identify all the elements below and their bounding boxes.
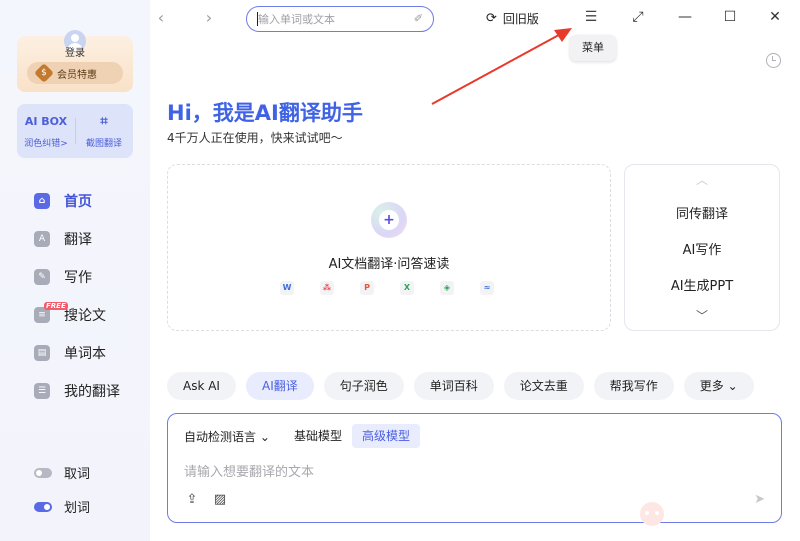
- search-box[interactable]: ✐: [246, 6, 434, 32]
- translate-input-panel: 自动检测语言 ⌄ 基础模型 高级模型 ⇪ ▨ ➤: [167, 413, 782, 523]
- history-icon[interactable]: [766, 53, 781, 68]
- simultaneous-interpret-item[interactable]: 同传翻译: [625, 203, 779, 222]
- sidebar-nav: ⌂ 首页 A 翻译 ✎ 写作 ≡ FREE 搜论文 ▤ 单词本 ☰ 我的翻译: [34, 182, 120, 410]
- document-upload-area[interactable]: + AI文档翻译·问答速读 W ⁂ P X ◈ ≈: [167, 164, 611, 331]
- translate-text-input[interactable]: [184, 462, 744, 482]
- select-translate-toggle-row[interactable]: 划词: [34, 497, 90, 516]
- sidebar: 登录 $ 会员特惠 AI BOX 润色纠错> ⌗ 截图翻译 ⌂ 首页 A 翻译 …: [0, 0, 150, 541]
- sidebar-item-search-papers[interactable]: ≡ FREE 搜论文: [34, 296, 120, 334]
- sidebar-item-label: 我的翻译: [64, 384, 120, 400]
- menu-icon[interactable]: ☰: [580, 9, 602, 29]
- vip-label: 会员特惠: [57, 69, 97, 81]
- login-label[interactable]: 登录: [17, 44, 133, 59]
- sidebar-item-label: 翻译: [64, 232, 92, 248]
- chip-ai-translate[interactable]: AI翻译: [245, 372, 314, 400]
- send-icon[interactable]: ➤: [754, 492, 765, 507]
- screenshot-translate-tool[interactable]: ⌗ 截图翻译: [75, 112, 133, 149]
- chip-more[interactable]: 更多 ⌄: [683, 372, 754, 400]
- chip-help-write[interactable]: 帮我写作: [593, 372, 674, 400]
- aibox-icon: AI BOX: [24, 115, 68, 128]
- image-file-icon: ≈: [480, 281, 494, 295]
- advanced-model-option[interactable]: 高级模型: [352, 424, 421, 448]
- chip-sentence-polish[interactable]: 句子润色: [323, 372, 404, 400]
- polish-correct-label: 润色纠错>: [24, 139, 68, 149]
- mini-window-icon[interactable]: ⤢: [627, 9, 649, 29]
- decorative-mascot-icon: [640, 502, 664, 526]
- sidebar-item-label: 写作: [64, 270, 92, 286]
- free-badge: FREE: [44, 302, 68, 310]
- greeting-subtitle: 4千万人正在使用，快来试试吧～: [167, 131, 343, 145]
- word-pick-label: 取词: [64, 467, 91, 482]
- select-translate-toggle[interactable]: [34, 501, 52, 512]
- language-select[interactable]: 自动检测语言 ⌄: [184, 428, 270, 445]
- sidebar-item-wordbook[interactable]: ▤ 单词本: [34, 334, 120, 372]
- wordbook-icon: ▤: [34, 345, 50, 361]
- tools-card: AI BOX 润色纠错> ⌗ 截图翻译: [17, 104, 133, 158]
- sidebar-item-writing[interactable]: ✎ 写作: [34, 258, 120, 296]
- sidebar-item-label: 单词本: [64, 346, 106, 362]
- home-icon: ⌂: [34, 193, 50, 209]
- word-pick-toggle-row[interactable]: 取词: [34, 463, 90, 482]
- select-translate-label: 划词: [64, 501, 91, 516]
- image-upload-icon[interactable]: ▨: [212, 492, 228, 508]
- word-file-icon: W: [280, 281, 294, 295]
- pen-icon: ✎: [34, 269, 50, 285]
- back-arrow-icon[interactable]: ‹: [152, 9, 170, 27]
- sidebar-item-label: 搜论文: [64, 308, 106, 324]
- add-document-icon[interactable]: +: [371, 202, 407, 238]
- chevron-up-icon[interactable]: ︿: [625, 171, 779, 188]
- basic-model-option[interactable]: 基础模型: [284, 424, 352, 448]
- pdf-file-icon: ⁂: [320, 281, 334, 295]
- vip-badge-icon: $: [34, 63, 54, 83]
- sidebar-item-label: 首页: [64, 194, 92, 210]
- translate-icon: A: [34, 231, 50, 247]
- chip-ask-ai[interactable]: Ask AI: [167, 372, 236, 400]
- word-pick-toggle[interactable]: [34, 467, 52, 478]
- minimize-icon[interactable]: —: [674, 9, 696, 29]
- vip-offer-button[interactable]: $ 会员特惠: [27, 62, 123, 84]
- sidebar-item-home[interactable]: ⌂ 首页: [34, 182, 120, 220]
- chevron-down-icon[interactable]: ﹀: [625, 307, 779, 324]
- annotation-arrow-icon: [431, 28, 572, 105]
- chip-word-encyclopedia[interactable]: 单词百科: [413, 372, 494, 400]
- sidebar-item-translate[interactable]: A 翻译: [34, 220, 120, 258]
- close-icon[interactable]: ✕: [764, 9, 786, 29]
- greeting-title: Hi，我是AI翻译助手: [167, 101, 363, 125]
- screenshot-translate-label: 截图翻译: [85, 139, 122, 149]
- upload-icon[interactable]: ⇪: [184, 492, 200, 508]
- sidebar-item-my-translations[interactable]: ☰ 我的翻译: [34, 372, 120, 410]
- maximize-icon[interactable]: ☐: [719, 9, 741, 29]
- login-card[interactable]: 登录 $ 会员特惠: [17, 30, 133, 92]
- ai-ppt-item[interactable]: AI生成PPT: [625, 275, 779, 294]
- feature-list-panel: ︿ 同传翻译 AI写作 AI生成PPT ﹀: [624, 164, 780, 331]
- crop-icon: ⌗: [100, 114, 108, 129]
- epub-file-icon: ◈: [440, 281, 454, 295]
- chip-paper-dedup[interactable]: 论文去重: [503, 372, 584, 400]
- search-input[interactable]: [258, 10, 398, 28]
- document-translate-title: AI文档翻译·问答速读: [328, 257, 450, 272]
- ppt-file-icon: P: [360, 281, 374, 295]
- forward-arrow-icon[interactable]: ›: [200, 9, 218, 27]
- feature-chips: Ask AI AI翻译 句子润色 单词百科 论文去重 帮我写作 更多 ⌄: [167, 372, 764, 400]
- my-translation-icon: ☰: [34, 383, 50, 399]
- file-type-icons: W ⁂ P X ◈ ≈: [280, 281, 520, 295]
- ai-writing-item[interactable]: AI写作: [625, 239, 779, 258]
- polish-correct-tool[interactable]: AI BOX 润色纠错>: [17, 112, 75, 149]
- excel-file-icon: X: [400, 281, 414, 295]
